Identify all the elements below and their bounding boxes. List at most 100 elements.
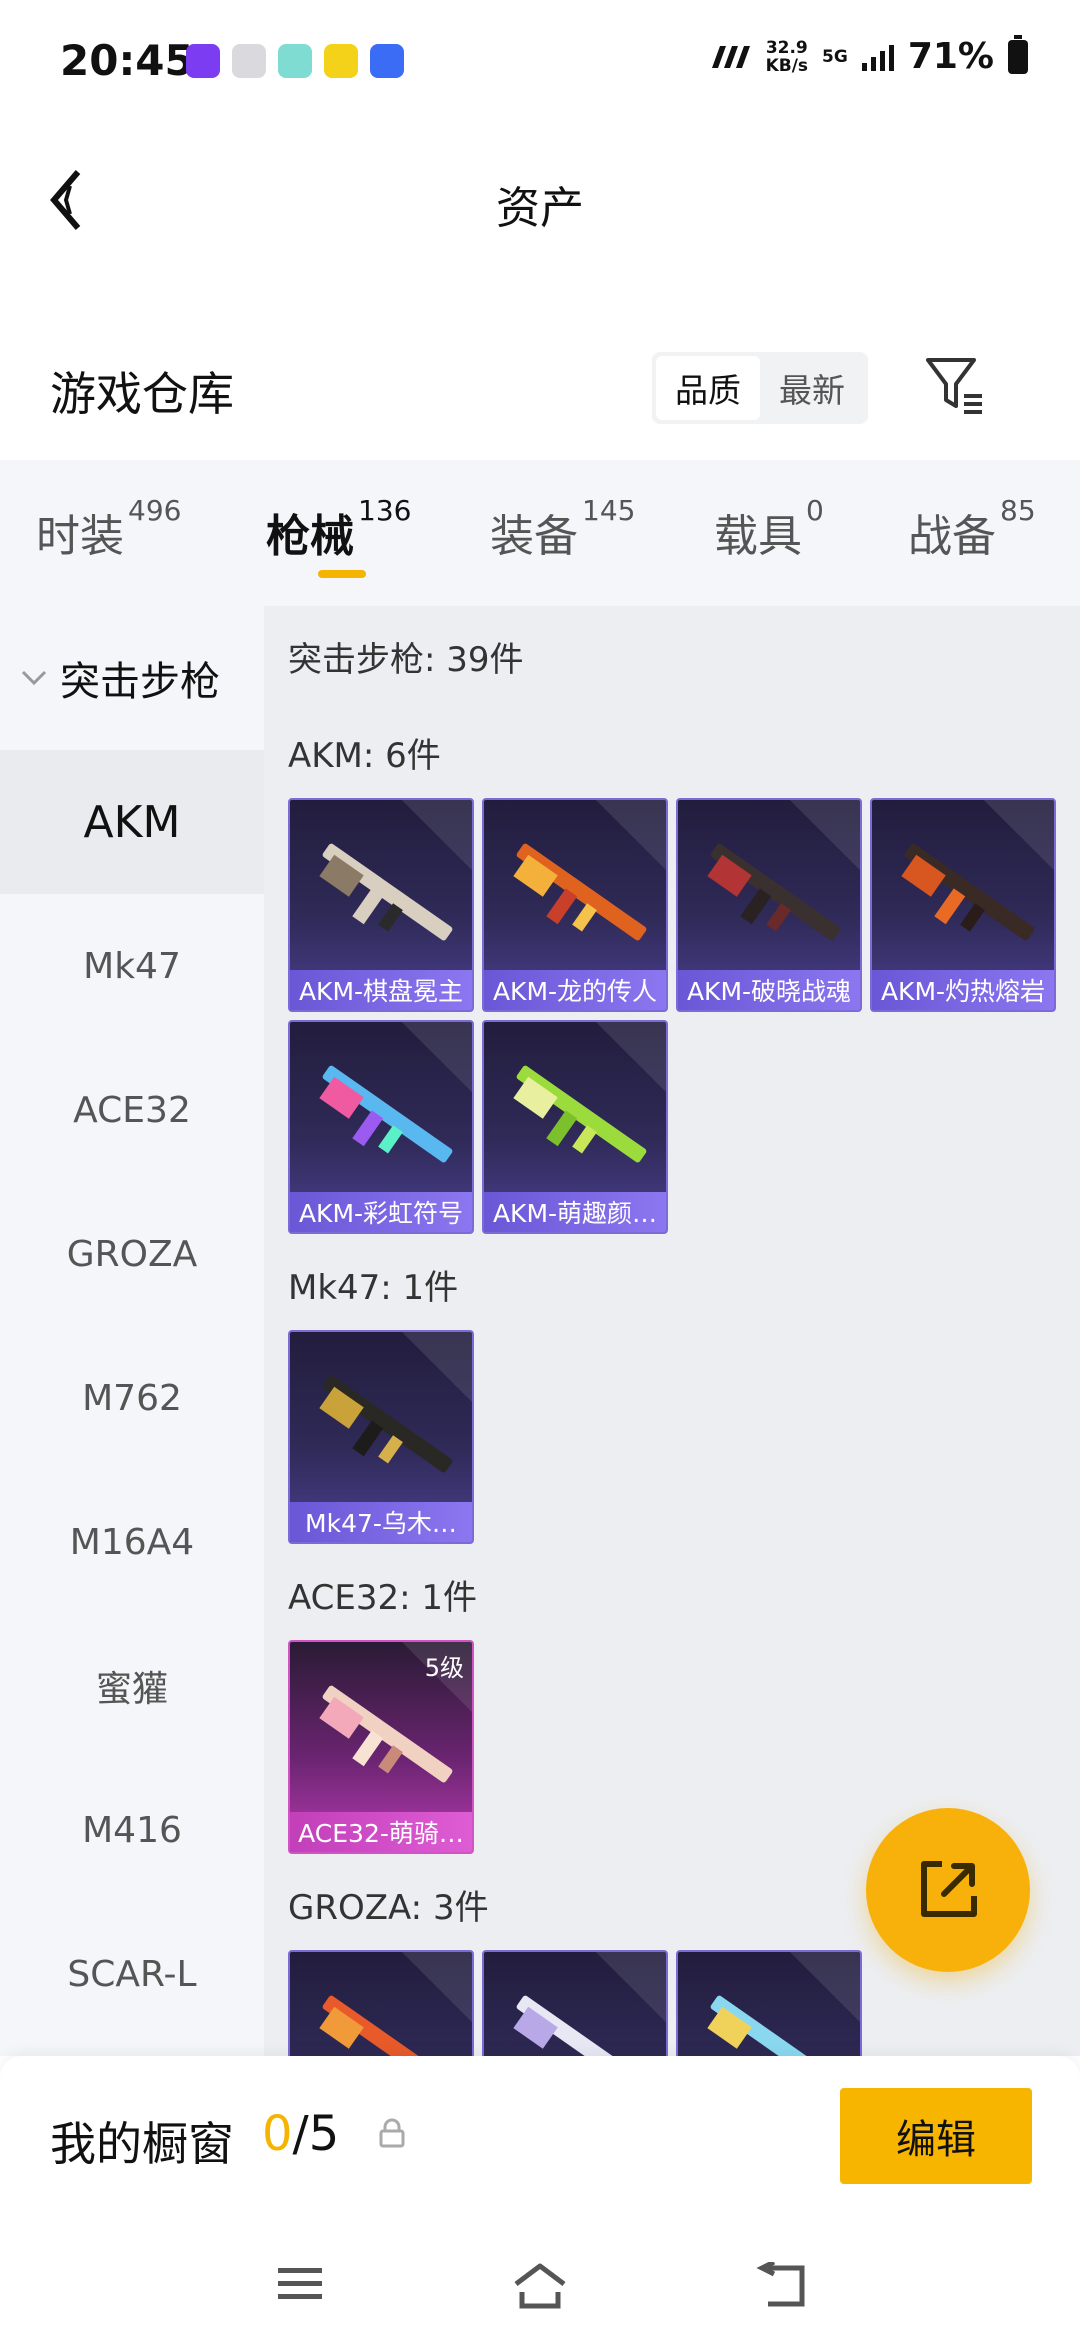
menu-icon[interactable] bbox=[274, 2262, 326, 2306]
tab-fashion[interactable]: 时装496 bbox=[36, 494, 181, 564]
vivo-notification-icon bbox=[370, 44, 404, 78]
active-tab-indicator bbox=[318, 570, 366, 578]
showcase-title: 我的橱窗 bbox=[50, 2117, 234, 2171]
settings-notification-icon bbox=[232, 44, 266, 78]
tab-label: 枪械 bbox=[266, 511, 354, 562]
sidebar-item-m16a4[interactable]: M16A4 bbox=[0, 1470, 264, 1614]
weapon-card[interactable]: AKM-灼热熔岩 bbox=[870, 798, 1056, 1012]
status-app-icons bbox=[186, 44, 404, 78]
tab-count: 85 bbox=[1000, 494, 1036, 527]
edit-button[interactable]: 编辑 bbox=[840, 2088, 1032, 2184]
sidebar-item-scar-l[interactable]: SCAR-L bbox=[0, 1902, 264, 2046]
category-tabs: 时装496 枪械136 装备145 载具0 战备85 bbox=[0, 460, 1080, 606]
card-label: Mk47-乌木… bbox=[290, 1502, 472, 1542]
system-nav-bar bbox=[0, 2226, 1080, 2344]
weapon-card[interactable] bbox=[482, 1950, 668, 2056]
sidebar-group-assault-rifles[interactable]: 突击步枪 bbox=[0, 606, 264, 750]
status-time: 20:45 bbox=[60, 36, 194, 85]
rifle-skin-image bbox=[319, 1375, 453, 1473]
tab-count: 136 bbox=[358, 494, 412, 527]
rifle-skin-image bbox=[319, 843, 453, 941]
rifle-skin-image bbox=[319, 1065, 453, 1163]
card-label: ACE32-萌骑… bbox=[290, 1812, 472, 1852]
rifle-skin-image bbox=[513, 1065, 647, 1163]
weapon-card[interactable]: AKM-棋盘冕主 bbox=[288, 798, 474, 1012]
section-title-groza: GROZA: 3件 bbox=[288, 1888, 489, 1928]
category-total: 突击步枪: 39件 bbox=[288, 640, 524, 680]
status-indicators: 32.9 KB/s 5G 71% bbox=[706, 34, 1028, 77]
page-title: 资产 bbox=[496, 183, 584, 234]
tab-count: 0 bbox=[806, 494, 824, 527]
lock-icon bbox=[379, 2118, 405, 2148]
sidebar-item-akm[interactable]: AKM bbox=[0, 750, 264, 894]
sort-newest-button[interactable]: 最新 bbox=[760, 356, 864, 420]
sort-quality-button[interactable]: 品质 bbox=[656, 356, 760, 420]
sort-toggle: 品质 最新 bbox=[652, 352, 868, 424]
rifle-skin-image bbox=[513, 1995, 647, 2056]
signal-icon bbox=[861, 43, 894, 71]
sidebar-item-honey-badger[interactable]: 蜜獾 bbox=[0, 1614, 264, 1758]
showcase-bar: 我的橱窗 0/5 编辑 bbox=[0, 2056, 1080, 2226]
weapon-card[interactable]: AKM-彩虹符号 bbox=[288, 1020, 474, 1234]
rifle-skin-image bbox=[513, 843, 647, 941]
chevron-down-icon bbox=[21, 670, 47, 686]
weapon-card[interactable] bbox=[288, 1950, 474, 2056]
battery-text: 71% bbox=[907, 36, 994, 77]
net-speed-value: 32.9 bbox=[765, 37, 808, 58]
nfc-icon bbox=[711, 45, 750, 68]
sidebar-item-mk47[interactable]: Mk47 bbox=[0, 894, 264, 1038]
title-bar: 资产 bbox=[0, 140, 1080, 260]
status-bar: 20:45 32.9 KB/s 5G 71% bbox=[0, 0, 1080, 120]
game-notification-icon bbox=[324, 44, 358, 78]
card-label: AKM-破晓战魂 bbox=[678, 970, 860, 1010]
tab-label: 战备 bbox=[908, 511, 996, 562]
tab-count: 145 bbox=[582, 494, 636, 527]
card-label: AKM-彩虹符号 bbox=[290, 1192, 472, 1232]
network-type: 5G bbox=[822, 46, 848, 67]
section-title-akm: AKM: 6件 bbox=[288, 736, 441, 776]
sidebar-item-groza[interactable]: GROZA bbox=[0, 1182, 264, 1326]
weapon-card[interactable] bbox=[676, 1950, 862, 2056]
share-icon bbox=[921, 1861, 977, 1917]
weapon-card[interactable]: AKM-萌趣颜… bbox=[482, 1020, 668, 1234]
message-notification-icon bbox=[278, 44, 312, 78]
section-title-ace32: ACE32: 1件 bbox=[288, 1578, 478, 1618]
showcase-total: /5 bbox=[292, 2106, 340, 2162]
weapon-card[interactable]: AKM-破晓战魂 bbox=[676, 798, 862, 1012]
sidebar-item-ace32[interactable]: ACE32 bbox=[0, 1038, 264, 1182]
rifle-skin-image bbox=[707, 1995, 841, 2056]
filter-icon[interactable] bbox=[922, 354, 986, 418]
showcase-current: 0 bbox=[262, 2106, 293, 2162]
showcase-count: 0/5 bbox=[262, 2106, 339, 2162]
weapon-card[interactable]: 5级 ACE32-萌骑… bbox=[288, 1640, 474, 1854]
app-notification-icon bbox=[186, 44, 220, 78]
sidebar-group-label: 突击步枪 bbox=[60, 659, 220, 705]
card-label: AKM-灼热熔岩 bbox=[872, 970, 1054, 1010]
sidebar-item-m416[interactable]: M416 bbox=[0, 1758, 264, 1902]
tab-count: 496 bbox=[128, 494, 182, 527]
card-label: AKM-棋盘冕主 bbox=[290, 970, 472, 1010]
home-icon[interactable] bbox=[510, 2262, 570, 2310]
tab-equipment[interactable]: 装备145 bbox=[490, 494, 635, 564]
weapon-sidebar: 突击步枪 AKM Mk47 ACE32 GROZA M762 M16A4 蜜獾 … bbox=[0, 606, 264, 2056]
tab-label: 载具 bbox=[714, 511, 802, 562]
tab-supplies[interactable]: 战备85 bbox=[908, 494, 1036, 564]
rifle-skin-image bbox=[707, 843, 841, 941]
rifle-skin-image bbox=[319, 1995, 453, 2056]
battery-icon bbox=[1008, 34, 1028, 74]
tab-label: 装备 bbox=[490, 511, 578, 562]
rifle-skin-image bbox=[319, 1685, 453, 1783]
back-icon[interactable] bbox=[754, 2262, 808, 2310]
net-speed-unit: KB/s bbox=[765, 55, 809, 76]
warehouse-title: 游戏仓库 bbox=[50, 367, 234, 421]
tab-vehicles[interactable]: 载具0 bbox=[714, 494, 824, 564]
share-button[interactable] bbox=[866, 1808, 1030, 1972]
card-label: AKM-龙的传人 bbox=[484, 970, 666, 1010]
sidebar-item-m762[interactable]: M762 bbox=[0, 1326, 264, 1470]
section-title-mk47: Mk47: 1件 bbox=[288, 1268, 459, 1308]
weapon-card[interactable]: AKM-龙的传人 bbox=[482, 798, 668, 1012]
tab-label: 时装 bbox=[36, 511, 124, 562]
rifle-skin-image bbox=[901, 843, 1035, 941]
tab-firearms[interactable]: 枪械136 bbox=[266, 494, 411, 564]
weapon-card[interactable]: Mk47-乌木… bbox=[288, 1330, 474, 1544]
